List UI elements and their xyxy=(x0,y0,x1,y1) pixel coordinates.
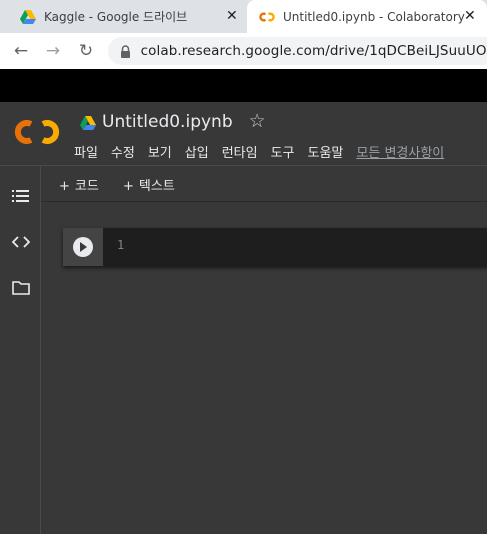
close-icon[interactable]: ✕ xyxy=(226,9,238,23)
plus-icon: + xyxy=(59,179,70,194)
notebook-title-row: Untitled0.ipynb ☆ xyxy=(80,110,266,133)
menu-tools[interactable]: 도구 xyxy=(271,142,295,161)
tab-kaggle-drive[interactable]: Kaggle - Google 드라이브 ✕ xyxy=(0,0,247,33)
back-arrow-icon[interactable]: ← xyxy=(10,40,32,62)
save-status-link[interactable]: 모든 변경사항이 xyxy=(356,142,444,161)
page-top-bar xyxy=(0,69,487,102)
reload-icon[interactable]: ↻ xyxy=(75,40,97,62)
menu-view[interactable]: 보기 xyxy=(148,142,172,161)
cell-gutter xyxy=(63,228,103,266)
browser-toolbar: ← → ↻ colab.research.google.com/drive/1q… xyxy=(0,33,487,69)
tab-title: Kaggle - Google 드라이브 xyxy=(44,10,188,24)
code-snippets-icon[interactable] xyxy=(11,232,31,252)
files-icon[interactable] xyxy=(11,278,31,298)
lock-icon xyxy=(120,44,132,58)
code-cell[interactable]: 1 xyxy=(63,228,487,266)
google-drive-icon xyxy=(20,9,36,25)
left-sidebar xyxy=(0,166,41,534)
menu-bar: 파일 수정 보기 삽입 런타임 도구 도움말 모든 변경사항이 xyxy=(74,142,457,161)
browser-tab-strip: Kaggle - Google 드라이브 ✕ Untitled0.ipynb -… xyxy=(0,0,487,33)
menu-help[interactable]: 도움말 xyxy=(308,142,344,161)
line-number: 1 xyxy=(117,238,125,252)
address-bar[interactable]: colab.research.google.com/drive/1qDCBeiL… xyxy=(108,37,487,65)
close-icon[interactable]: ✕ xyxy=(464,9,476,23)
play-icon xyxy=(80,242,87,252)
notebook-toolbar: + 코드 + 텍스트 xyxy=(41,166,487,202)
plus-icon: + xyxy=(123,179,134,194)
colab-header: Untitled0.ipynb ☆ 파일 수정 보기 삽입 런타임 도구 도움말… xyxy=(0,102,487,166)
add-text-button[interactable]: + 텍스트 xyxy=(123,175,175,194)
menu-file[interactable]: 파일 xyxy=(74,142,98,161)
tab-title: Untitled0.ipynb - Colaboratory xyxy=(283,9,465,24)
url-text: colab.research.google.com/drive/1qDCBeiL… xyxy=(140,43,487,59)
menu-insert[interactable]: 삽입 xyxy=(185,142,209,161)
tab-colab-notebook[interactable]: Untitled0.ipynb - Colaboratory ✕ xyxy=(247,0,487,33)
run-cell-button[interactable] xyxy=(73,237,93,257)
menu-edit[interactable]: 수정 xyxy=(111,142,135,161)
forward-arrow-icon[interactable]: → xyxy=(42,40,64,62)
notebook-title[interactable]: Untitled0.ipynb xyxy=(102,112,233,132)
google-drive-icon xyxy=(80,115,96,130)
add-code-label: 코드 xyxy=(74,179,99,194)
colab-logo[interactable] xyxy=(14,117,60,147)
star-icon[interactable]: ☆ xyxy=(249,110,266,132)
notebook-main: + 코드 + 텍스트 1 xyxy=(41,166,487,534)
notebook-empty-area xyxy=(41,266,487,534)
add-code-button[interactable]: + 코드 xyxy=(59,175,99,194)
menu-runtime[interactable]: 런타임 xyxy=(222,142,258,161)
add-text-label: 텍스트 xyxy=(138,179,175,194)
table-of-contents-icon[interactable] xyxy=(11,186,31,206)
colab-icon xyxy=(259,9,275,25)
